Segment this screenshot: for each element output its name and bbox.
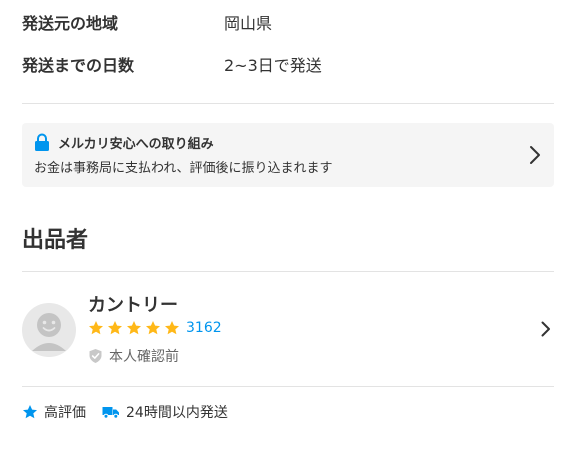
shipping-days-value: 2~3日で発送 (224, 56, 322, 75)
seller-rating: 3162 (88, 320, 222, 336)
safety-banner[interactable]: メルカリ安心への取り組み お金は事務局に支払われ、評価後に振り込まれます (22, 123, 554, 187)
star-icon (165, 321, 179, 335)
shield-check-icon (89, 349, 102, 363)
divider (22, 271, 554, 272)
shipping-days-row: 発送までの日数 2~3日で発送 (22, 52, 322, 76)
seller-badges: 高評価 24時間以内発送 (22, 402, 228, 422)
seller-section-title: 出品者 (22, 228, 89, 253)
chevron-right-icon (530, 146, 540, 164)
star-icon (127, 321, 141, 335)
review-count: 3162 (186, 320, 222, 336)
chevron-right-icon (541, 321, 550, 337)
safety-title: メルカリ安心への取り組み (58, 137, 214, 152)
divider (22, 386, 554, 387)
divider (22, 103, 554, 104)
verification-label: 本人確認前 (109, 349, 179, 365)
star-icon (146, 321, 160, 335)
lock-icon (35, 133, 49, 151)
star-icon (89, 321, 103, 335)
star-icon (108, 321, 122, 335)
badge-high-rating: 高評価 (22, 402, 86, 422)
seller-name: カントリー (88, 295, 178, 316)
shipping-region-value: 岡山県 (224, 14, 273, 33)
avatar (22, 303, 76, 357)
badge-label: 24時間以内発送 (126, 405, 228, 421)
truck-icon (102, 407, 119, 419)
seller-card[interactable]: カントリー 3162 本人確認前 (22, 281, 554, 375)
star-icon (23, 405, 37, 419)
shipping-region-label: 発送元の地域 (22, 14, 119, 33)
badge-label: 高評価 (44, 405, 86, 421)
shipping-days-label: 発送までの日数 (22, 56, 135, 75)
badge-fast-shipping: 24時間以内発送 (102, 402, 228, 422)
shipping-region-row: 発送元の地域 岡山県 (22, 10, 272, 34)
verification-status: 本人確認前 (88, 346, 179, 366)
safety-description: お金は事務局に支払われ、評価後に振り込まれます (34, 161, 333, 176)
